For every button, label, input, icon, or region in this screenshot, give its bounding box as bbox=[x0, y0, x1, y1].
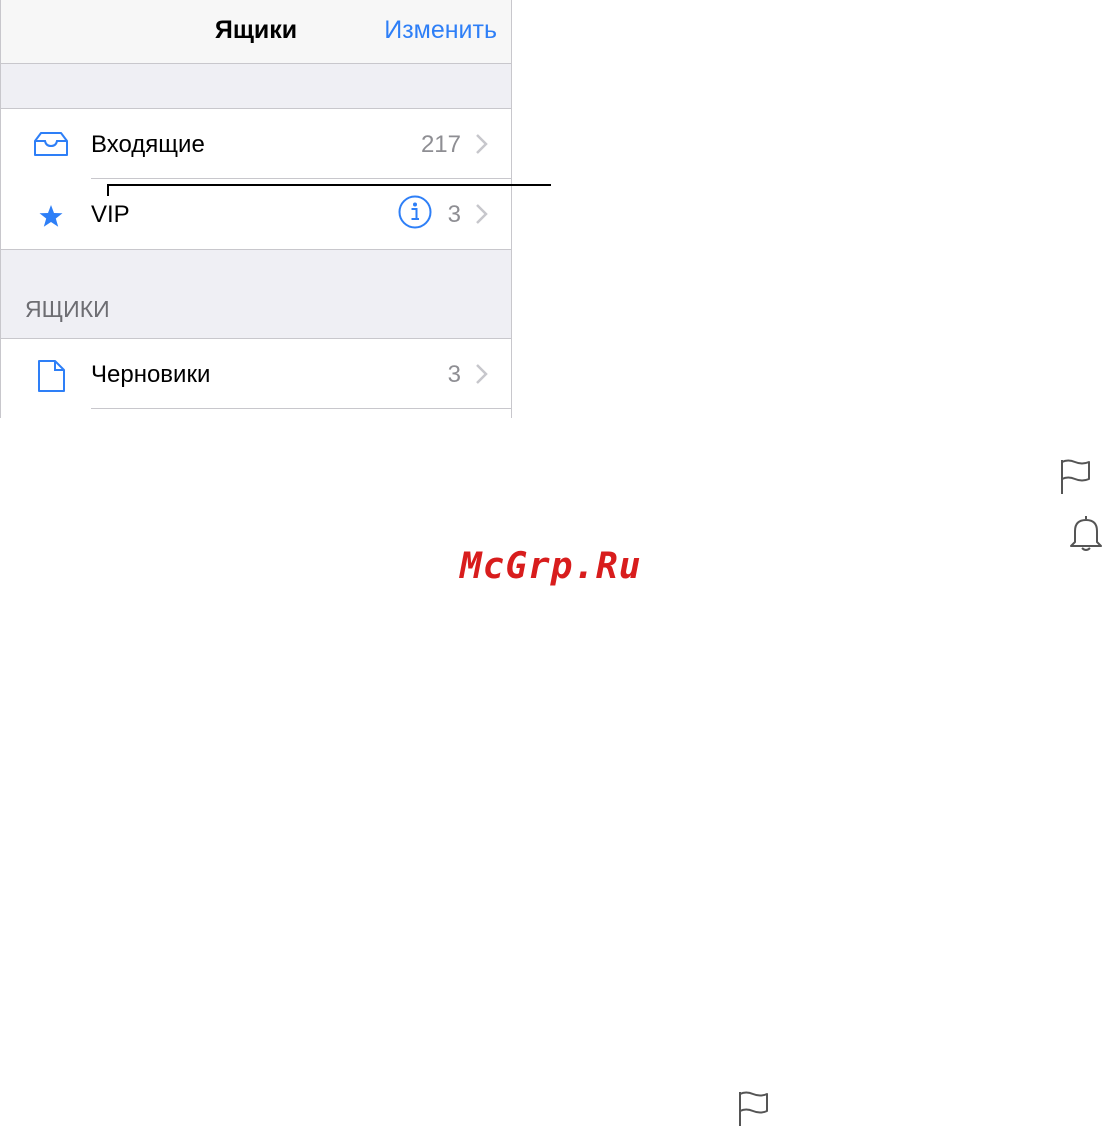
chevron-right-icon bbox=[476, 364, 488, 384]
bell-icon bbox=[1070, 516, 1102, 551]
unread-count: 3 bbox=[447, 361, 461, 388]
mailbox-label: Черновики bbox=[91, 361, 211, 388]
inbox-tray-icon bbox=[34, 132, 68, 156]
mailbox-row-inbox[interactable]: Входящие 217 bbox=[1, 109, 511, 179]
unread-count: 217 bbox=[420, 131, 461, 158]
mailbox-row-vip[interactable]: VIP 3 bbox=[1, 179, 511, 249]
callout-line bbox=[107, 184, 551, 186]
group-spacer bbox=[1, 64, 511, 108]
chevron-right-icon bbox=[476, 134, 488, 154]
unread-count: 3 bbox=[447, 201, 461, 228]
divider bbox=[91, 408, 511, 409]
section-spacer bbox=[1, 250, 511, 338]
watermark-text: McGrp.Ru bbox=[460, 546, 642, 587]
draft-document-icon bbox=[38, 360, 65, 392]
flag-icon bbox=[739, 1091, 768, 1126]
star-icon bbox=[39, 205, 63, 227]
mailbox-label: VIP bbox=[91, 201, 130, 228]
chevron-right-icon bbox=[476, 204, 488, 224]
mailbox-label: Входящие bbox=[91, 131, 205, 158]
mailbox-row-drafts[interactable]: Черновики 3 bbox=[1, 339, 511, 409]
navigation-bar: Ящики Изменить bbox=[1, 0, 511, 64]
callout-line-tick bbox=[107, 184, 109, 196]
edit-button[interactable]: Изменить bbox=[384, 16, 497, 45]
mailboxes-screen: Ящики Изменить Входящие 217 VIP 3 ЯЩИКИ … bbox=[0, 0, 512, 418]
flag-icon bbox=[1061, 459, 1090, 494]
section-header: ЯЩИКИ bbox=[25, 296, 110, 322]
info-icon[interactable] bbox=[397, 194, 433, 230]
